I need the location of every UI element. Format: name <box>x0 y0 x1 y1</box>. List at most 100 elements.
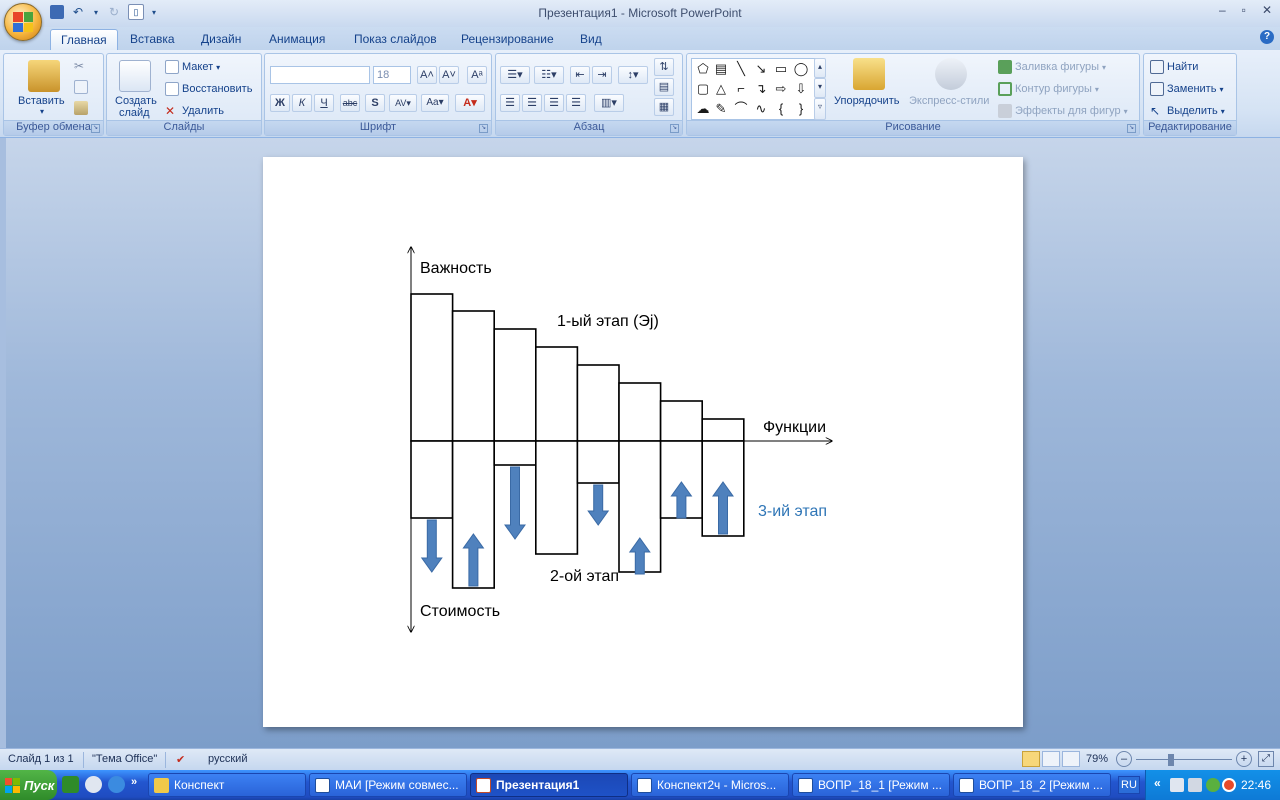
slides-pane-collapsed[interactable] <box>0 138 6 748</box>
underline-icon[interactable]: Ч <box>314 94 334 112</box>
gallery-down-icon[interactable]: ▾ <box>814 78 826 98</box>
slide-canvas[interactable]: Важность Стоимость Функции 1-ый этап (Эj… <box>263 157 1023 727</box>
shape-oval-icon[interactable]: ◯ <box>792 60 810 78</box>
security-icon[interactable] <box>1222 778 1236 792</box>
language-indicator[interactable]: русский <box>208 753 247 765</box>
shape-line-icon[interactable]: ╲ <box>732 60 750 78</box>
spellcheck-icon[interactable]: ✔ <box>176 753 185 766</box>
fit-to-window-icon[interactable]: ⤢ <box>1258 751 1274 767</box>
shape-effects-button[interactable]: Эффекты для фигур ▾ <box>998 104 1128 118</box>
gallery-more-icon[interactable]: ▿ <box>814 98 826 120</box>
quick-styles-button[interactable]: Экспресс-стили <box>909 95 989 107</box>
slide-sorter-icon[interactable] <box>1042 751 1060 767</box>
clear-format-icon[interactable]: Aᵃ <box>467 66 487 84</box>
strikethrough-icon[interactable]: abc <box>340 94 360 112</box>
arrow-down[interactable] <box>420 519 443 573</box>
tab-slideshow[interactable]: Показ слайдов <box>344 29 447 50</box>
shape-right-arrow-icon[interactable]: ⇨ <box>772 80 790 98</box>
delete-slide-button[interactable]: ✕ Удалить <box>165 104 224 118</box>
bullets-icon[interactable]: ☰▾ <box>500 66 530 84</box>
font-color-icon[interactable]: A▾ <box>455 94 485 112</box>
stage-2-label[interactable]: 2-ой этап <box>550 568 619 586</box>
copy-icon[interactable] <box>74 80 88 94</box>
select-button[interactable]: ↖ Выделить ▾ <box>1150 104 1225 118</box>
zoom-in-icon[interactable]: + <box>1236 751 1252 767</box>
reset-button[interactable]: Восстановить <box>165 82 252 96</box>
arrow-down[interactable] <box>587 484 610 526</box>
importance-bar[interactable] <box>659 400 704 442</box>
taskbar-item[interactable]: ВОПР_18_1 [Режим ... <box>792 773 950 797</box>
tab-view[interactable]: Вид <box>570 29 612 50</box>
stage-1-label[interactable]: 1-ый этап (Эj) <box>557 313 659 331</box>
minimize-icon[interactable]: – <box>1219 3 1226 17</box>
grow-font-icon[interactable]: A˄ <box>417 66 437 84</box>
cost-bar[interactable] <box>493 440 537 466</box>
increase-indent-icon[interactable]: ⇥ <box>592 66 612 84</box>
app-icon[interactable] <box>62 776 79 793</box>
importance-bar[interactable] <box>576 364 620 442</box>
slideshow-view-icon[interactable] <box>1062 751 1080 767</box>
close-icon[interactable]: ✕ <box>1262 3 1272 17</box>
bold-icon[interactable]: Ж <box>270 94 290 112</box>
quick-styles-icon[interactable] <box>935 58 967 90</box>
paste-button[interactable]: Вставить <box>18 95 65 107</box>
zoom-slider-thumb[interactable] <box>1168 754 1174 766</box>
taskbar-item[interactable]: Конспект2ч - Micros... <box>631 773 789 797</box>
shape-elbow-arrow-icon[interactable]: ↴ <box>752 80 770 98</box>
zoom-slider-track[interactable] <box>1136 759 1232 760</box>
paragraph-launcher-icon[interactable]: ↘ <box>670 124 679 133</box>
shape-freeform-icon[interactable]: ✎ <box>712 100 730 118</box>
language-bar[interactable]: RU <box>1118 776 1140 794</box>
format-painter-icon[interactable] <box>74 101 88 115</box>
shape-arrow-line-icon[interactable]: ↘ <box>752 60 770 78</box>
tray-expand-icon[interactable]: « <box>1154 776 1161 790</box>
start-button[interactable]: Пуск <box>0 770 57 800</box>
shape-fill-button[interactable]: Заливка фигуры ▾ <box>998 60 1106 74</box>
shape-right-brace-icon[interactable]: } <box>792 100 810 118</box>
shadow-icon[interactable]: S <box>365 94 385 112</box>
importance-bar[interactable] <box>534 346 579 442</box>
zoom-level[interactable]: 79% <box>1086 753 1108 765</box>
shape-curve-icon[interactable]: ⌒ <box>732 100 750 118</box>
char-spacing-icon[interactable]: AV▾ <box>389 94 417 112</box>
importance-bar[interactable] <box>451 310 496 442</box>
decrease-indent-icon[interactable]: ⇤ <box>570 66 590 84</box>
taskbar-item[interactable]: Конспект <box>148 773 306 797</box>
shrink-font-icon[interactable]: A˅ <box>439 66 459 84</box>
justify-icon[interactable]: ☰ <box>566 94 586 112</box>
stage-3-label[interactable]: 3-ий этап <box>758 503 827 521</box>
cost-bar[interactable] <box>576 440 620 484</box>
tab-home[interactable]: Главная <box>50 29 118 50</box>
new-slide-label-2[interactable]: слайд <box>119 107 150 119</box>
arrange-icon[interactable] <box>853 58 885 90</box>
shape-elbow-icon[interactable]: ⌐ <box>732 80 750 98</box>
align-center-icon[interactable]: ☰ <box>522 94 542 112</box>
shape-scribble-icon[interactable]: ∿ <box>752 100 770 118</box>
shape-pentagon-icon[interactable]: ⬠ <box>694 60 712 78</box>
volume-icon[interactable] <box>1188 778 1202 792</box>
new-slide-icon[interactable] <box>119 60 151 92</box>
cost-bar[interactable] <box>534 440 579 555</box>
importance-bar[interactable] <box>618 382 662 442</box>
cut-icon[interactable]: ✂ <box>74 59 88 73</box>
zoom-out-icon[interactable]: – <box>1116 751 1132 767</box>
cost-bar[interactable] <box>410 440 454 519</box>
clipboard-launcher-icon[interactable]: ↘ <box>91 124 100 133</box>
replace-button[interactable]: Заменить ▾ <box>1150 82 1223 96</box>
shape-textbox-icon[interactable]: ▤ <box>712 60 730 78</box>
line-spacing-icon[interactable]: ↕▾ <box>618 66 648 84</box>
font-launcher-icon[interactable]: ↘ <box>479 124 488 133</box>
shape-cloud-icon[interactable]: ☁ <box>694 100 712 118</box>
network-icon[interactable] <box>1170 778 1184 792</box>
media-player-icon[interactable] <box>85 776 102 793</box>
tab-animation[interactable]: Анимация <box>259 29 335 50</box>
gallery-up-icon[interactable]: ▴ <box>814 58 826 78</box>
shape-triangle-icon[interactable]: △ <box>712 80 730 98</box>
shape-left-brace-icon[interactable]: { <box>772 100 790 118</box>
antivirus-icon[interactable] <box>1206 778 1220 792</box>
y-axis-label-importance[interactable]: Важность <box>420 260 492 278</box>
align-text-icon[interactable]: ▤ <box>654 78 674 96</box>
taskbar-item-active[interactable]: Презентация1 <box>470 773 628 797</box>
italic-icon[interactable]: К <box>292 94 312 112</box>
internet-explorer-icon[interactable] <box>108 776 125 793</box>
